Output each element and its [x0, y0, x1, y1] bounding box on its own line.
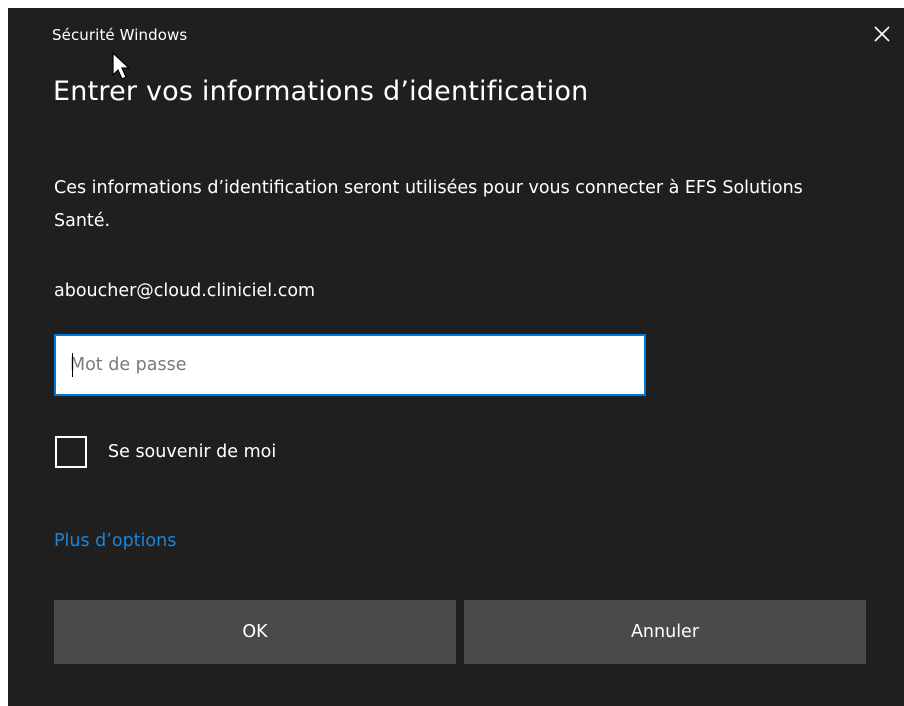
window-title: Sécurité Windows [52, 26, 188, 44]
dialog-description: Ces informations d’identification seront… [54, 178, 803, 231]
remember-me-checkbox[interactable]: Se souvenir de moi [55, 436, 276, 468]
dialog-heading: Entrer vos informations d’identification [53, 76, 589, 107]
cancel-button[interactable]: Annuler [464, 600, 866, 664]
checkbox-box[interactable] [55, 436, 87, 468]
ok-button[interactable]: OK [54, 600, 456, 664]
close-button[interactable] [860, 16, 904, 52]
text-caret [72, 353, 73, 377]
close-icon [874, 26, 890, 42]
more-options-link[interactable]: Plus d’options [54, 531, 176, 551]
account-email: aboucher@cloud.cliniciel.com [54, 281, 316, 301]
credential-dialog: Sécurité Windows Entrer vos informations… [8, 8, 904, 706]
password-input[interactable] [54, 334, 646, 396]
title-bar: Sécurité Windows [8, 8, 904, 64]
remember-me-label: Se souvenir de moi [108, 442, 277, 462]
